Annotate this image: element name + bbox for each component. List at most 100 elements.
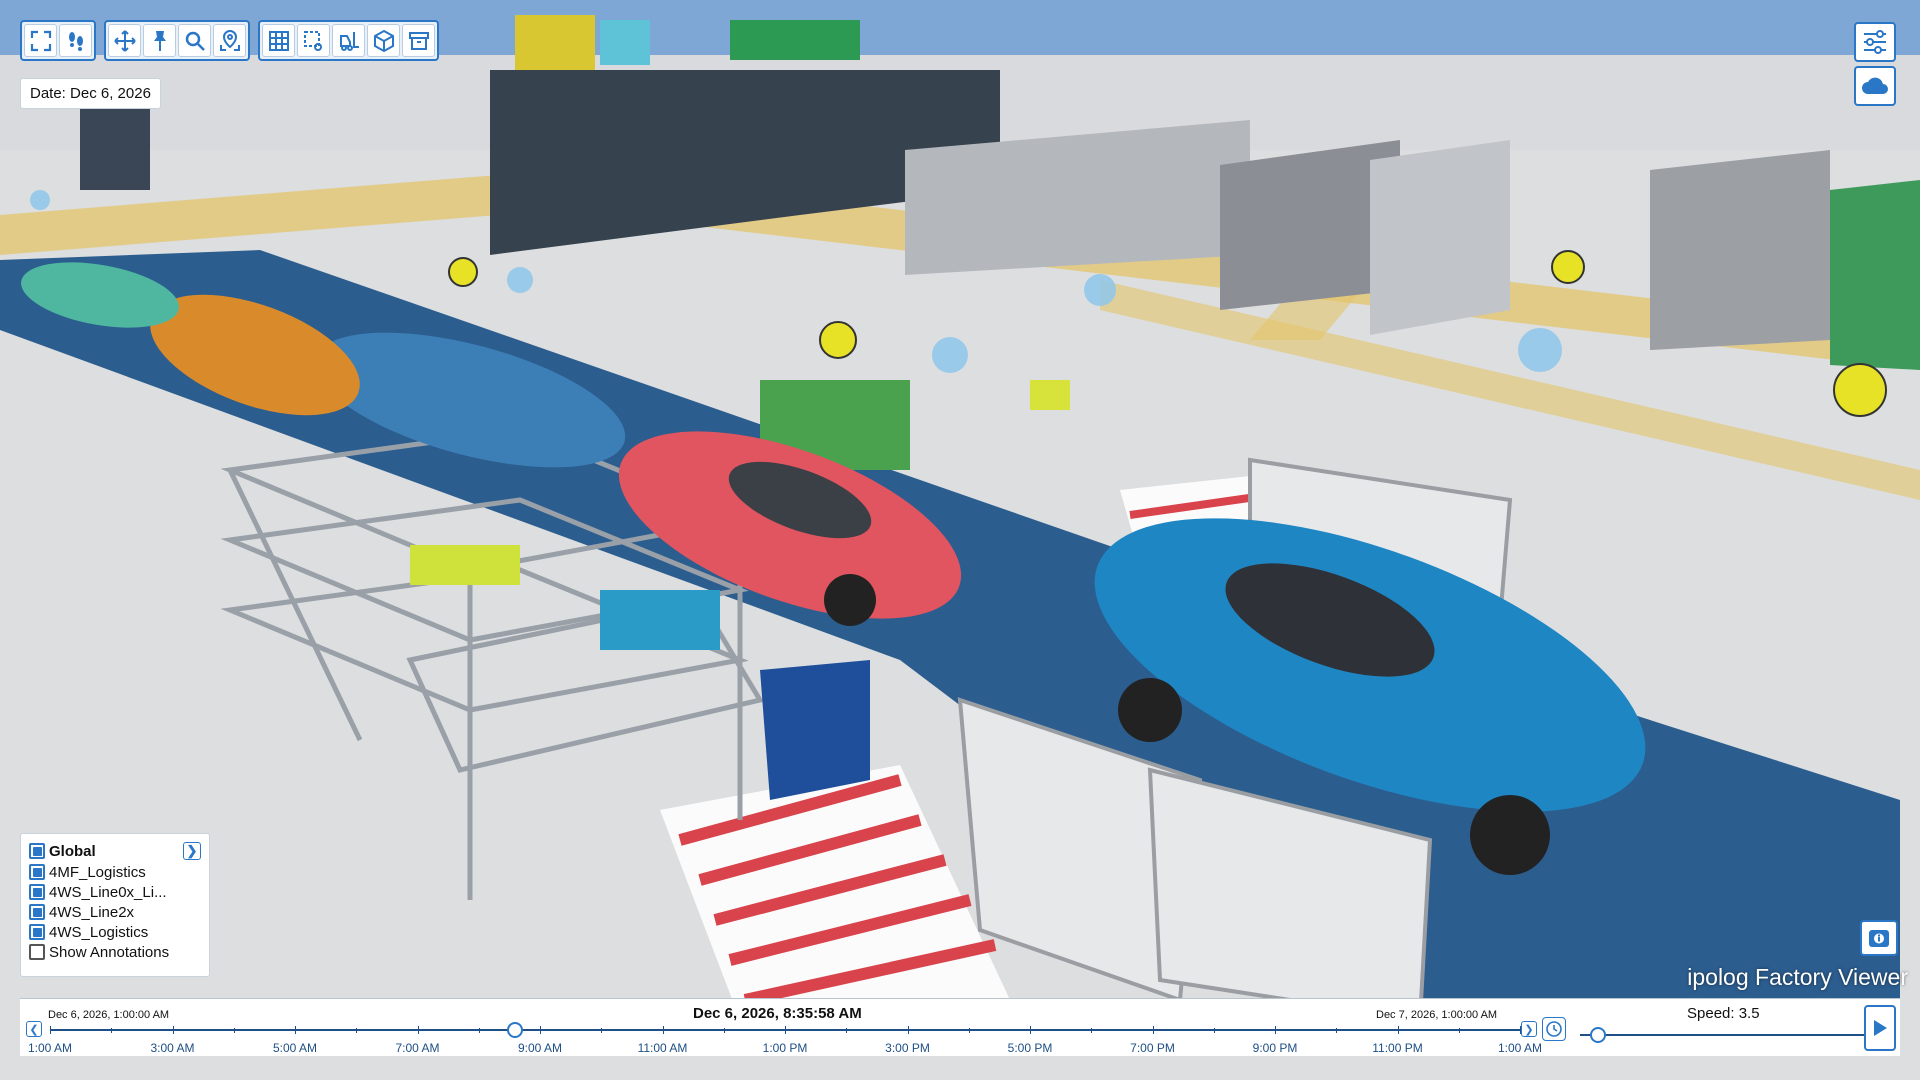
timeline-minor-tick	[1458, 1028, 1460, 1033]
show-annotations-checkbox[interactable]	[29, 944, 45, 960]
chevron-right-icon: ❯	[1524, 1023, 1534, 1036]
factory-3d-scene[interactable]	[0, 0, 1920, 1080]
cube-button[interactable]	[367, 24, 400, 57]
cube-icon	[373, 29, 394, 52]
cloud-icon	[1862, 77, 1888, 94]
timeline-tick-label: 5:00 AM	[272, 1041, 318, 1055]
main-toolbar	[20, 20, 439, 61]
timeline-bar: ❮ Dec 6, 2026, 1:00:00 AM Dec 6, 2026, 8…	[20, 998, 1900, 1056]
walk-mode-button[interactable]	[59, 24, 92, 57]
info-button[interactable]	[1860, 920, 1898, 956]
speed-label: Speed:	[1687, 1005, 1735, 1022]
timeline-minor-tick	[356, 1028, 358, 1033]
grid-button[interactable]	[262, 24, 295, 57]
timeline-tick-label: 5:00 PM	[1007, 1041, 1053, 1055]
layer-item[interactable]: 4MF_Logistics	[29, 862, 201, 882]
timeline-tick	[907, 1026, 909, 1034]
search-button[interactable]	[178, 24, 211, 57]
chevron-right-icon: ❯	[186, 843, 198, 858]
timeline-tick	[662, 1026, 664, 1034]
timeline-tick-label: 1:00 PM	[762, 1041, 808, 1055]
speed-display: Speed: 3.5	[1687, 1005, 1760, 1022]
play-button[interactable]	[1864, 1005, 1896, 1051]
timeline-tick-label: 3:00 PM	[885, 1041, 930, 1055]
timeline-minor-tick	[723, 1028, 725, 1033]
timeline-minor-tick	[233, 1028, 235, 1033]
layer-label: 4WS_Line0x_Li...	[49, 883, 167, 901]
timeline-tick	[540, 1026, 541, 1034]
forklift-button[interactable]	[332, 24, 365, 57]
play-icon	[1874, 1020, 1887, 1036]
timeline-tick	[785, 1026, 786, 1034]
search-icon	[185, 31, 205, 51]
layers-expand-button[interactable]: ❯	[183, 842, 201, 860]
archive-box-icon	[408, 31, 429, 50]
toolbar-group-view	[20, 20, 96, 61]
timeline-minor-tick	[846, 1028, 848, 1033]
timeline-tick	[172, 1026, 174, 1034]
timeline-minor-tick	[1213, 1028, 1215, 1033]
timeline-tick	[1275, 1026, 1276, 1034]
settings-button[interactable]	[1854, 22, 1896, 62]
grid-icon	[268, 30, 289, 51]
layer-checkbox[interactable]	[29, 864, 45, 880]
cloud-button[interactable]	[1854, 66, 1896, 106]
timeline-tick	[1030, 1026, 1031, 1034]
layer-item[interactable]: 4WS_Line2x	[29, 902, 201, 922]
layer-global-label: Global	[49, 842, 96, 860]
toolbar-group-objects	[258, 20, 439, 61]
archive-button[interactable]	[402, 24, 435, 57]
timeline-tick	[1152, 1026, 1154, 1034]
move-button[interactable]	[108, 24, 141, 57]
timeline-next-button[interactable]: ❯	[1521, 1021, 1537, 1037]
speed-slider-handle[interactable]	[1590, 1027, 1606, 1043]
layer-item[interactable]: 4WS_Logistics	[29, 922, 201, 942]
area-select-icon	[303, 30, 322, 51]
fullscreen-icon	[30, 30, 51, 51]
timeline-tick-label: 11:00 PM	[1372, 1041, 1423, 1055]
locate-button[interactable]	[213, 24, 246, 57]
timeline-handle[interactable]	[506, 1022, 523, 1038]
timeline-minor-tick	[968, 1028, 970, 1033]
layer-checkbox[interactable]	[29, 904, 45, 920]
pin-icon	[153, 30, 166, 51]
layer-checkbox[interactable]	[29, 924, 45, 940]
layer-label: 4WS_Logistics	[49, 923, 149, 941]
timeline-tick-label: 7:00 AM	[395, 1041, 440, 1055]
info-icon	[1869, 930, 1889, 947]
toolbar-group-navigate	[104, 20, 250, 61]
clock-button[interactable]	[1542, 1017, 1566, 1041]
timeline-minor-tick	[1091, 1028, 1093, 1033]
settings-sliders-icon	[1864, 30, 1886, 54]
locate-icon	[219, 29, 240, 51]
layer-global[interactable]: Global ❯	[29, 840, 201, 862]
timeline-tick-label: 1:00 AM	[27, 1041, 73, 1055]
timeline-tick-label: 7:00 PM	[1130, 1041, 1175, 1055]
timeline-ticks: 1:00 AM 3:00 AM 5:00 AM 7:00 AM 9:00 AM 11:00…	[20, 999, 1542, 1057]
pin-button[interactable]	[143, 24, 176, 57]
timeline-tick	[1397, 1026, 1399, 1034]
timeline-minor-tick	[111, 1028, 113, 1033]
footsteps-icon	[68, 31, 83, 51]
move-icon	[113, 29, 136, 52]
timeline-tick	[295, 1026, 296, 1034]
timeline-tick-label: 9:00 AM	[517, 1041, 563, 1055]
layer-item[interactable]: 4WS_Line0x_Li...	[29, 882, 201, 902]
show-annotations-toggle[interactable]: Show Annotations	[29, 942, 201, 962]
layer-global-checkbox[interactable]	[29, 843, 45, 859]
timeline-tick-label: 3:00 AM	[150, 1041, 195, 1055]
timeline-minor-tick	[478, 1028, 480, 1033]
layers-panel: Global ❯ 4MF_Logistics 4WS_Line0x_Li... …	[20, 833, 210, 977]
timeline-tick-label: 9:00 PM	[1252, 1041, 1298, 1055]
right-toolbar	[1854, 22, 1896, 106]
layer-checkbox[interactable]	[29, 884, 45, 900]
clock-icon	[1546, 1021, 1562, 1037]
timeline-tick	[417, 1026, 419, 1034]
fullscreen-button[interactable]	[24, 24, 57, 57]
timeline-minor-tick	[601, 1028, 603, 1033]
date-display: Date: Dec 6, 2026	[20, 78, 161, 109]
area-select-button[interactable]	[297, 24, 330, 57]
forklift-icon	[339, 31, 359, 51]
layer-label: 4MF_Logistics	[49, 863, 146, 881]
speed-slider-track[interactable]	[1580, 1034, 1870, 1036]
